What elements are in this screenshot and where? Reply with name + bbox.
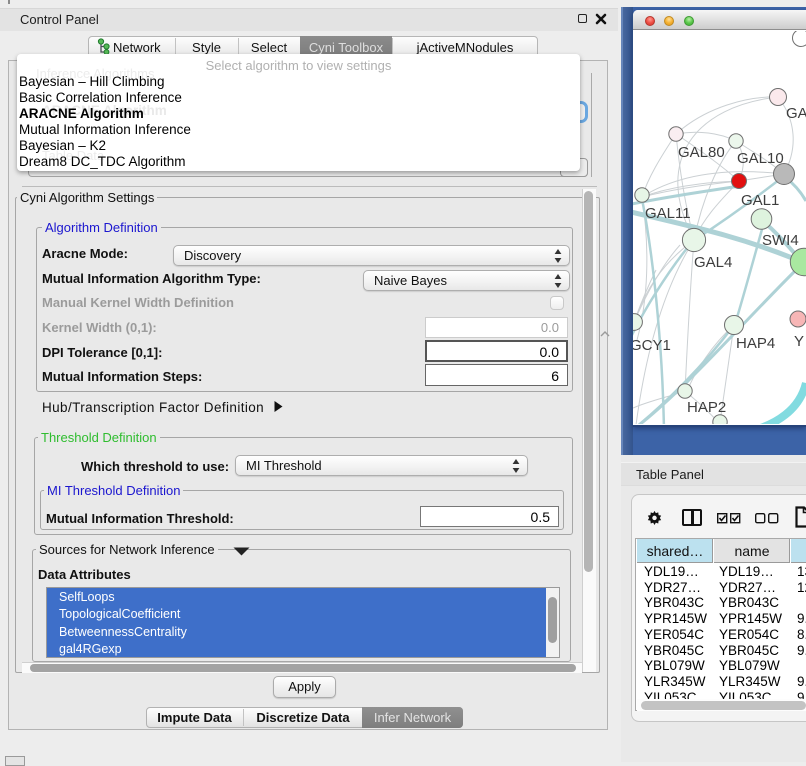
- svg-text:Y: Y: [794, 333, 804, 350]
- svg-text:GAL80: GAL80: [678, 144, 725, 161]
- svg-text:GAL: GAL: [786, 105, 806, 122]
- svg-text:GAL11: GAL11: [645, 205, 691, 222]
- svg-text:HAP2: HAP2: [687, 399, 726, 416]
- svg-text:GAL4: GAL4: [694, 254, 732, 271]
- svg-text:HAP4: HAP4: [736, 335, 775, 352]
- svg-text:GCY1: GCY1: [633, 337, 671, 354]
- svg-text:SWI4: SWI4: [762, 232, 799, 249]
- svg-text:GAL1: GAL1: [741, 192, 779, 209]
- svg-text:GAL10: GAL10: [737, 150, 784, 167]
